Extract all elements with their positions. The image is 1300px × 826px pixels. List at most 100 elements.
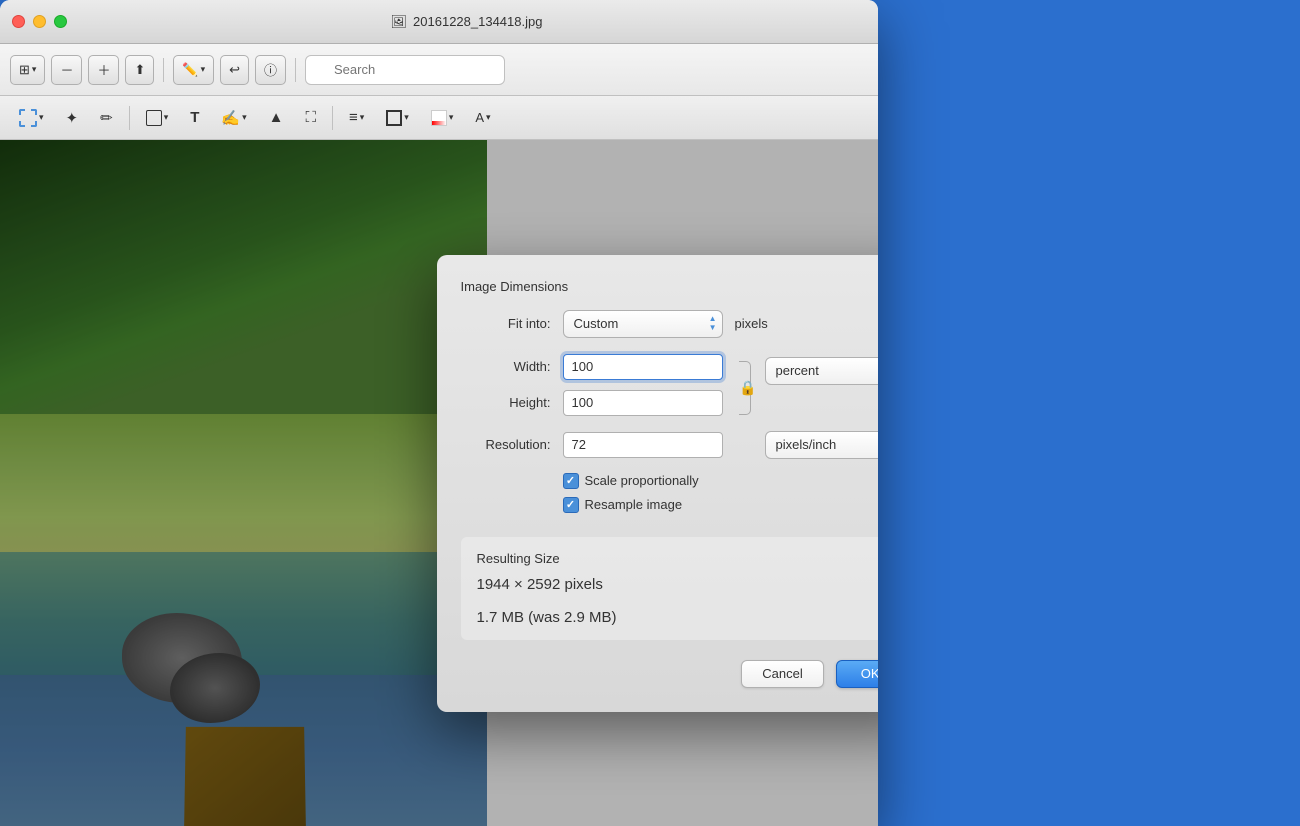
- crop-icon: ⛶: [305, 109, 316, 126]
- chevron-down-icon: ▾: [32, 64, 37, 75]
- fit-into-select-wrapper: Custom ▲ ▼: [563, 310, 723, 338]
- fit-into-unit-label: pixels: [735, 316, 768, 331]
- border-color-button[interactable]: ▾: [377, 102, 418, 134]
- sidebar-toggle-button[interactable]: ⊞ ▾: [10, 55, 45, 85]
- toolbar-separator-1: [163, 58, 164, 82]
- scale-proportionally-label[interactable]: Scale proportionally: [585, 473, 699, 488]
- scale-proportionally-checkbox[interactable]: ✓: [563, 473, 579, 489]
- list-button[interactable]: ≡ ▾: [340, 102, 373, 134]
- width-input[interactable]: [563, 354, 723, 380]
- annotate-button[interactable]: ⓘ: [255, 55, 286, 85]
- scale-proportionally-wrapper: ✓ Scale proportionally: [563, 473, 879, 489]
- info-icon: ⓘ: [264, 60, 277, 79]
- resolution-label: Resolution:: [461, 437, 551, 452]
- result-section: Resulting Size 1944 × 2592 pixels 1.7 MB…: [461, 537, 879, 640]
- rotate-icon: ↩: [229, 62, 240, 78]
- resample-image-wrapper: ✓ Resample image: [563, 497, 879, 513]
- font-button[interactable]: A ▾: [466, 102, 499, 134]
- search-wrapper: 🔍: [305, 55, 505, 85]
- resample-image-checkbox[interactable]: ✓: [563, 497, 579, 513]
- resolution-unit-select[interactable]: pixels/inch: [765, 431, 879, 459]
- chevron-down-icon-8: ▾: [449, 112, 454, 123]
- dialog-title: Image Dimensions: [461, 279, 879, 294]
- result-section-title: Resulting Size: [477, 551, 879, 566]
- adjust-icon: ▲: [269, 109, 284, 126]
- cancel-button[interactable]: Cancel: [741, 660, 823, 688]
- result-dimensions: 1944 × 2592 pixels: [477, 576, 879, 593]
- file-icon: 🖼: [391, 14, 408, 30]
- main-content: Image Dimensions Fit into: Custom ▲ ▼ pi…: [0, 140, 878, 826]
- list-icon: ≡: [349, 109, 358, 126]
- border-color-icon: [386, 110, 402, 126]
- dialog-buttons: Cancel OK: [461, 660, 879, 688]
- magic-wand-icon: ✦: [66, 109, 79, 127]
- search-input[interactable]: [305, 55, 505, 85]
- maximize-button[interactable]: [54, 15, 67, 28]
- dimensions-group: Width: Height: 🔒: [461, 354, 879, 419]
- window-title-area: 🖼 20161228_134418.jpg: [67, 14, 866, 30]
- width-label: Width:: [461, 359, 551, 374]
- text-button[interactable]: T: [181, 102, 208, 134]
- fill-color-icon: [431, 110, 447, 126]
- crop-button[interactable]: ⛶: [296, 102, 325, 134]
- chevron-down-icon-3: ▾: [39, 112, 44, 123]
- pencil-icon: ✏: [100, 109, 113, 127]
- modal-overlay: Image Dimensions Fit into: Custom ▲ ▼ pi…: [0, 140, 878, 826]
- height-label: Height:: [461, 395, 551, 410]
- draw-toolbar: ▾ ✦ ✏ ▾ T ✍ ▾ ▲ ⛶ ≡ ▾: [0, 96, 878, 140]
- fit-into-select[interactable]: Custom: [563, 310, 723, 338]
- adjust-color-button[interactable]: ▲: [260, 102, 293, 134]
- signature-icon: ✍: [221, 109, 240, 127]
- wh-inputs: Width: Height:: [461, 354, 723, 416]
- sketch-button[interactable]: ✏: [91, 102, 122, 134]
- image-dimensions-dialog: Image Dimensions Fit into: Custom ▲ ▼ pi…: [437, 255, 879, 712]
- checkboxes-group: ✓ Scale proportionally ✓ Resample image: [461, 473, 879, 513]
- window-title: 20161228_134418.jpg: [413, 14, 542, 29]
- close-button[interactable]: [12, 15, 25, 28]
- percent-select[interactable]: percent: [765, 357, 879, 385]
- zoom-out-button[interactable]: －: [51, 55, 82, 85]
- markup-button[interactable]: ✏️ ▾: [173, 55, 214, 85]
- chevron-down-icon-6: ▾: [360, 112, 365, 123]
- lock-bracket-wrapper: 🔒: [723, 357, 755, 419]
- instant-alpha-button[interactable]: ✦: [57, 102, 88, 134]
- traffic-lights: [12, 15, 67, 28]
- resolution-group: Resolution: pixels/inch ▲ ▼: [461, 431, 879, 459]
- text-icon: T: [190, 109, 199, 126]
- share-icon: ⬆: [134, 62, 145, 78]
- rotate-button[interactable]: ↩: [220, 55, 249, 85]
- draw-separator-2: [332, 106, 333, 130]
- resolution-row: Resolution:: [461, 432, 723, 458]
- fit-into-row: Fit into: Custom ▲ ▼ pixels: [461, 310, 879, 338]
- zoom-out-icon: －: [60, 60, 73, 79]
- ok-button[interactable]: OK: [836, 660, 878, 688]
- toolbar: ⊞ ▾ － ＋ ⬆ ✏️ ▾ ↩ ⓘ 🔍: [0, 44, 878, 96]
- unit-select-wrapper: percent ▲ ▼: [765, 357, 879, 385]
- share-button[interactable]: ⬆: [125, 55, 154, 85]
- shapes-button[interactable]: ▾: [137, 102, 178, 134]
- title-bar: 🖼 20161228_134418.jpg: [0, 0, 878, 44]
- fit-into-label: Fit into:: [461, 316, 551, 331]
- selection-tool-button[interactable]: ▾: [10, 102, 53, 134]
- height-row: Height:: [461, 390, 723, 416]
- zoom-in-button[interactable]: ＋: [88, 55, 119, 85]
- resample-image-label[interactable]: Resample image: [585, 497, 683, 512]
- sidebar-icon: ⊞: [19, 62, 30, 78]
- resolution-input[interactable]: [563, 432, 723, 458]
- pen-icon: ✏️: [182, 62, 198, 78]
- resolution-unit-select-wrapper: pixels/inch ▲ ▼: [765, 431, 879, 459]
- chevron-down-icon-7: ▾: [404, 112, 409, 123]
- minimize-button[interactable]: [33, 15, 46, 28]
- zoom-in-icon: ＋: [97, 60, 110, 79]
- checkmark-icon-2: ✓: [566, 498, 575, 511]
- mac-window: 🖼 20161228_134418.jpg ⊞ ▾ － ＋ ⬆ ✏️ ▾ ↩ ⓘ: [0, 0, 878, 826]
- chevron-down-icon-2: ▾: [201, 64, 206, 75]
- signature-button[interactable]: ✍ ▾: [212, 102, 255, 134]
- chevron-down-icon-9: ▾: [486, 112, 491, 123]
- height-input[interactable]: [563, 390, 723, 416]
- selection-icon: [19, 109, 37, 127]
- fill-color-button[interactable]: ▾: [422, 102, 463, 134]
- chevron-down-icon-4: ▾: [164, 112, 169, 123]
- lock-icon[interactable]: 🔒: [739, 379, 756, 396]
- shapes-icon: [146, 110, 162, 126]
